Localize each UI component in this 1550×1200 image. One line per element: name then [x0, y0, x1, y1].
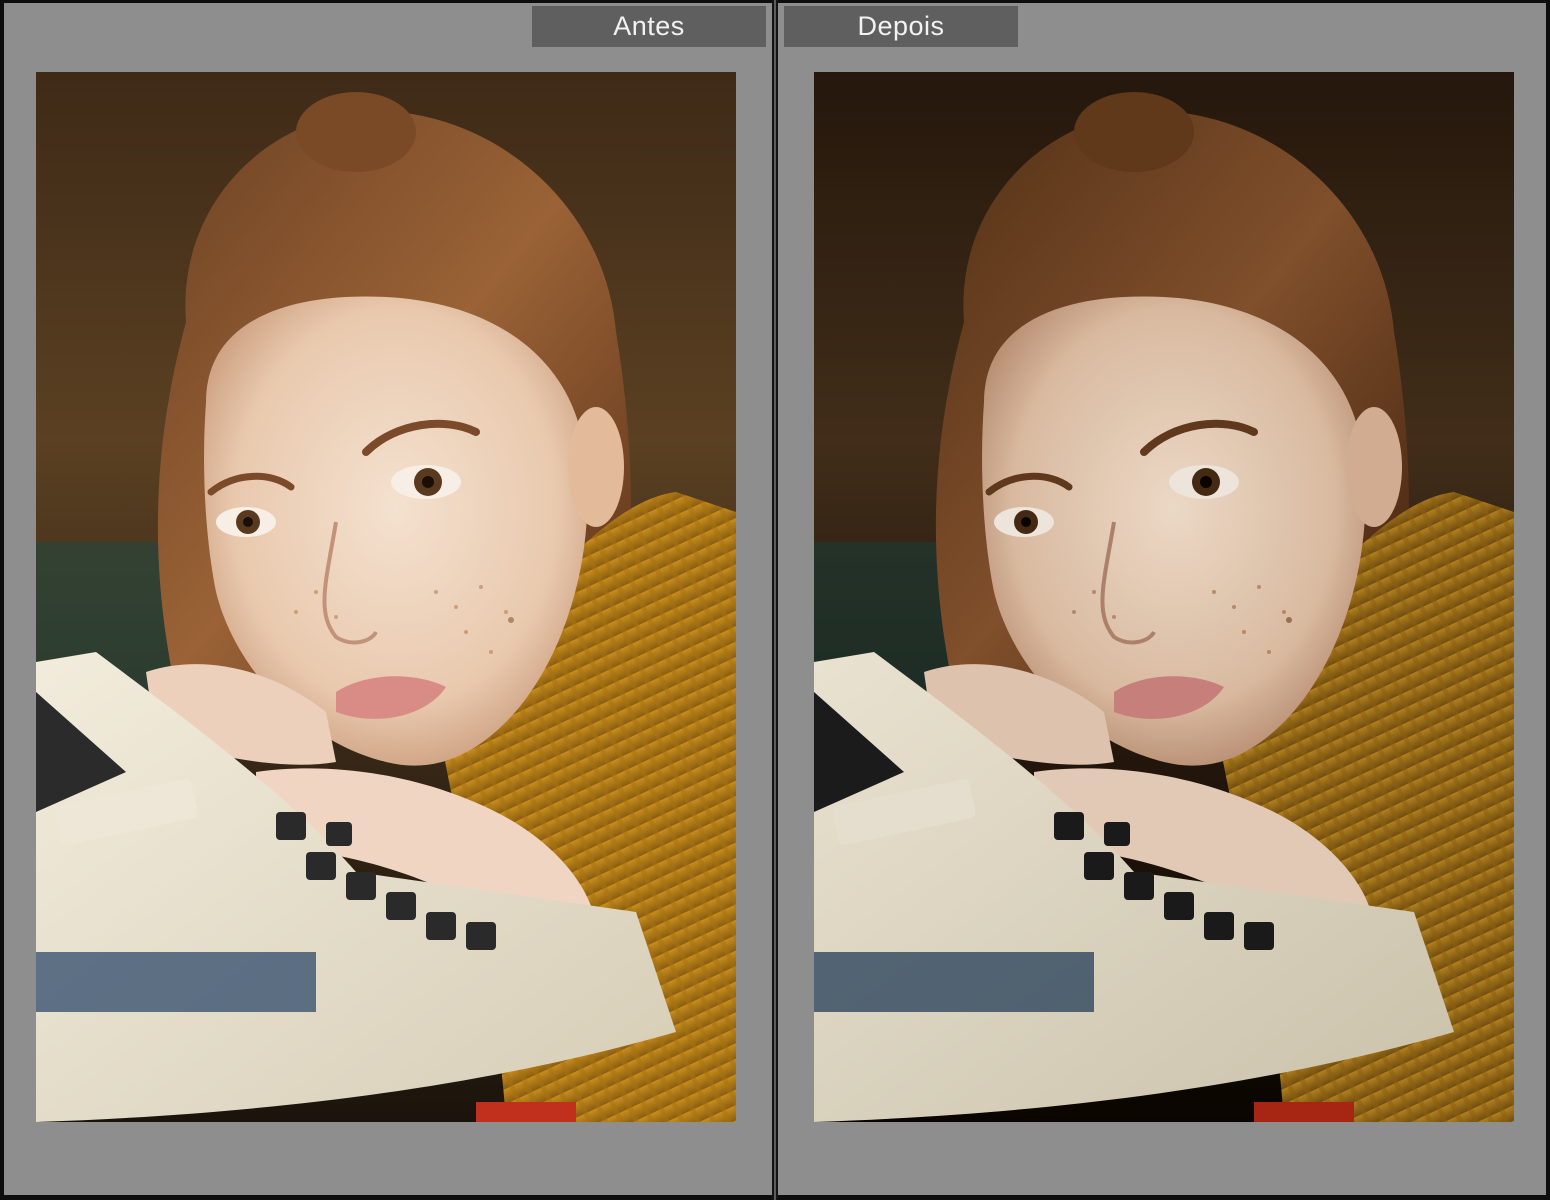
portrait-image: [36, 72, 736, 1122]
after-photo[interactable]: [814, 72, 1514, 1122]
before-label: Antes: [532, 6, 766, 47]
before-pane[interactable]: Antes: [4, 3, 772, 1195]
after-label: Depois: [784, 6, 1018, 47]
portrait-image: [814, 72, 1514, 1122]
before-after-compare-view: Antes Depois: [0, 0, 1550, 1200]
after-pane[interactable]: Depois: [778, 3, 1546, 1195]
before-photo[interactable]: [36, 72, 736, 1122]
